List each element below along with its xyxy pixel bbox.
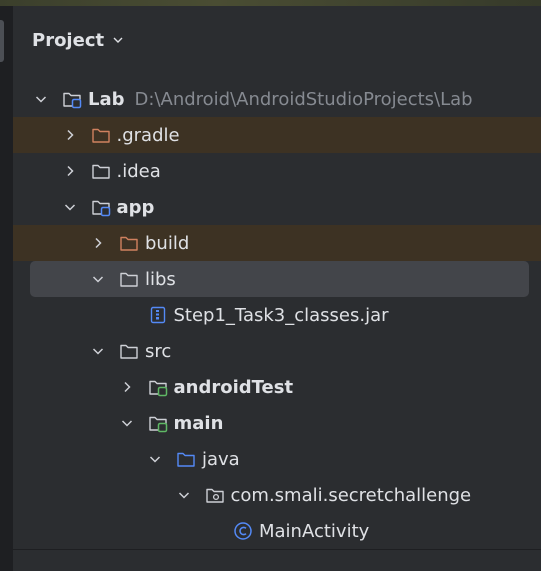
module-folder-icon [91,200,110,217]
tree-row[interactable]: app [13,189,541,225]
tree-row[interactable]: MainActivity [13,513,541,549]
bottom-bar [13,549,541,571]
excluded-folder-icon [91,128,110,143]
tree-item-label: com.smali.secretchallenge [230,484,472,506]
chevron-right-icon[interactable] [91,236,105,250]
chevron-right-icon[interactable] [63,128,77,142]
tree-item-label: .gradle [116,124,180,146]
tree-item-label: androidTest [173,376,294,398]
source-set-folder-icon [148,380,167,397]
tree-row[interactable]: main [13,405,541,441]
tree-item-label: Lab [88,88,125,110]
tree-row[interactable]: com.smali.secretchallenge [13,477,541,513]
project-path: D:\Android\AndroidStudioProjects\Lab [134,88,473,110]
tree-item-label: java [202,448,240,470]
tree-item-label: app [116,196,155,218]
module-folder-icon [63,92,82,109]
tree-item-label: libs [145,268,176,290]
tree-row[interactable]: src [13,333,541,369]
folder-icon [120,344,138,359]
tree-row[interactable]: androidTest [13,369,541,405]
source-set-folder-icon [148,416,167,433]
chevron-down-icon[interactable] [177,488,191,502]
chevron-down-icon[interactable] [91,272,105,286]
folder-icon [120,272,138,287]
tree-item-label: src [145,340,172,362]
tree-item-label: Step1_Task3_classes.jar [173,304,389,326]
tree-row[interactable]: Lab D:\Android\AndroidStudioProjects\Lab [13,81,541,117]
source-root-folder-icon [177,452,195,467]
chevron-down-icon[interactable] [148,452,162,466]
chevron-right-icon[interactable] [63,164,77,178]
tree-row[interactable]: build [13,225,541,261]
tree-row[interactable]: java [13,441,541,477]
chevron-down-icon[interactable] [63,200,77,214]
folder-icon [91,164,110,179]
tree-row[interactable]: Step1_Task3_classes.jar [13,297,541,333]
tree-row[interactable]: .gradle [13,117,541,153]
tree-item-label: build [145,232,190,254]
project-panel: Project Lab D:\Android\AndroidStudioProje… [13,6,541,549]
excluded-folder-icon [120,236,138,251]
tree-item-label: main [173,412,224,434]
chevron-down-icon[interactable] [91,344,105,358]
jar-file-icon [150,306,165,324]
tree-item-label: .idea [116,160,161,182]
tree-item-label: MainActivity [259,520,370,542]
project-view-selector[interactable]: Project [32,28,124,52]
project-tool-tab[interactable] [0,20,4,62]
class-icon [234,522,252,540]
chevron-right-icon[interactable] [120,380,134,394]
package-icon [205,488,224,503]
tree-row[interactable]: .idea [13,153,541,189]
tree-row[interactable]: libs [30,261,529,297]
chevron-down-icon[interactable] [120,416,134,430]
tool-window-strip [0,6,13,571]
chevron-down-icon[interactable] [34,92,48,106]
panel-title: Project [32,29,105,51]
chevron-down-icon [113,37,123,43]
